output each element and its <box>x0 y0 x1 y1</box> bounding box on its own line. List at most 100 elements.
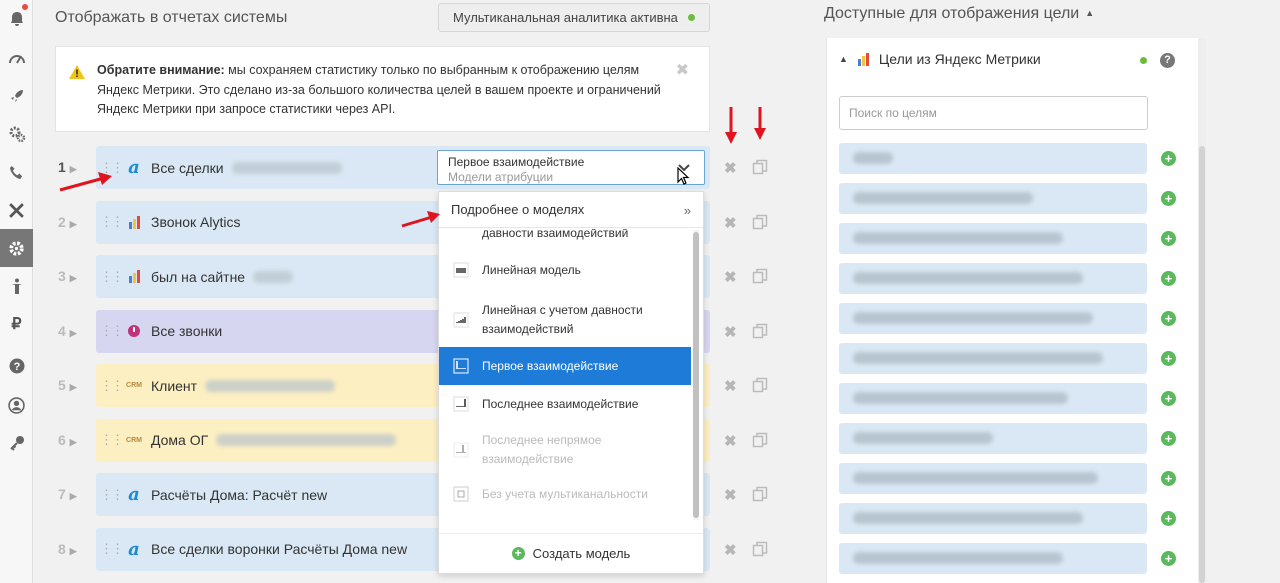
tools-icon[interactable] <box>0 191 33 229</box>
redacted-text <box>853 392 1068 404</box>
add-goal-plus-icon[interactable]: + <box>1161 191 1176 206</box>
panel-scroll-thumb[interactable] <box>1199 146 1205 583</box>
settings-gears-icon[interactable] <box>0 115 33 153</box>
goal-search-input[interactable] <box>839 96 1148 130</box>
add-goal-plus-icon[interactable]: + <box>1161 471 1176 486</box>
panel-scrollbar[interactable] <box>1198 38 1206 583</box>
remove-goal-icon[interactable]: ✖ <box>724 214 737 232</box>
remove-goal-icon[interactable]: ✖ <box>724 159 737 177</box>
yandex-metrika-icon <box>124 215 144 229</box>
drag-handle-icon[interactable]: ⋮⋮ <box>100 487 124 503</box>
help-icon[interactable]: ? <box>1160 53 1175 68</box>
model-option-label: Первое взаимодействие <box>482 358 619 373</box>
account-icon[interactable] <box>0 386 33 424</box>
row-number-label: 3 <box>58 268 66 284</box>
copy-goal-icon[interactable] <box>752 432 768 448</box>
models-info-link[interactable]: Подробнее о моделях » <box>439 192 703 228</box>
copy-goal-icon[interactable] <box>752 541 768 557</box>
row-number[interactable]: 8 ▶ <box>58 541 88 557</box>
add-goal-plus-icon[interactable]: + <box>1161 431 1176 446</box>
add-goal-plus-icon[interactable]: + <box>1161 391 1176 406</box>
key-icon[interactable] <box>0 424 33 462</box>
add-goal-plus-icon[interactable]: + <box>1161 551 1176 566</box>
model-last-touch-option[interactable]: Последнее взаимодействие <box>439 385 691 423</box>
copy-goal-icon[interactable] <box>752 268 768 284</box>
create-model-button[interactable]: + Создать модель <box>439 533 703 573</box>
models-info-label: Подробнее о моделях <box>451 202 585 217</box>
drag-handle-icon[interactable]: ⋮⋮ <box>100 269 124 285</box>
row-number-label: 2 <box>58 213 66 230</box>
available-goal-row[interactable] <box>839 263 1147 294</box>
redacted-text <box>853 312 1093 324</box>
notifications-bell-icon[interactable] <box>0 0 33 38</box>
copy-goal-icon[interactable] <box>752 323 768 339</box>
help-circle-icon[interactable]: ? <box>0 347 33 385</box>
attribution-models-dropdown: Подробнее о моделях » давности взаимодей… <box>438 191 704 574</box>
redacted-text <box>853 232 1063 244</box>
dropdown-scroll-thumb[interactable] <box>693 232 699 518</box>
model-option-label: Линейная модель <box>482 262 581 277</box>
model-partial-option[interactable]: давности взаимодействий <box>439 229 691 245</box>
notice-bold: Обратите внимание: <box>97 63 225 77</box>
available-goal-row[interactable] <box>839 423 1147 454</box>
available-goal-row[interactable] <box>839 303 1147 334</box>
add-goal-plus-icon[interactable]: + <box>1161 351 1176 366</box>
add-goal-plus-icon[interactable]: + <box>1161 511 1176 526</box>
model-linear-time-decay-option[interactable]: Линейная с учетом давности взаимодействи… <box>439 293 691 347</box>
available-goal-row[interactable] <box>839 143 1147 174</box>
copy-goal-icon[interactable] <box>752 159 768 175</box>
add-goal-plus-icon[interactable]: + <box>1161 271 1176 286</box>
remove-goal-icon[interactable]: ✖ <box>724 268 737 286</box>
attribution-model-icon <box>453 358 469 374</box>
add-goal-plus-icon[interactable]: + <box>1161 151 1176 166</box>
user-standing-icon[interactable] <box>0 267 33 305</box>
add-goal-plus-icon[interactable]: + <box>1161 231 1176 246</box>
copy-goal-icon[interactable] <box>752 214 768 230</box>
drag-handle-icon[interactable]: ⋮⋮ <box>100 214 124 230</box>
redacted-text <box>853 192 1033 204</box>
row-number[interactable]: 3 ▶ <box>58 268 88 284</box>
model-option-label: Последнее взаимодействие <box>482 396 639 411</box>
row-number[interactable]: 5 ▶ <box>58 377 88 393</box>
available-goal-row[interactable] <box>839 183 1147 214</box>
available-goal-row[interactable] <box>839 503 1147 534</box>
attribution-model-icon <box>453 312 469 328</box>
available-goal-row[interactable] <box>839 383 1147 414</box>
metrika-goals-header[interactable]: ▲ Цели из Яндекс Метрики <box>839 51 1041 67</box>
expand-triangle-icon: ▶ <box>69 327 77 338</box>
rocket-icon[interactable] <box>0 77 33 115</box>
copy-goal-icon[interactable] <box>752 486 768 502</box>
drag-handle-icon[interactable]: ⋮⋮ <box>100 432 124 448</box>
redacted-text <box>853 352 1103 364</box>
multichannel-status-badge[interactable]: Мультиканальная аналитика активна <box>438 3 710 32</box>
available-goal-row[interactable] <box>839 343 1147 374</box>
remove-goal-icon[interactable]: ✖ <box>724 377 737 395</box>
remove-goal-icon[interactable]: ✖ <box>724 432 737 450</box>
row-number[interactable]: 4 ▶ <box>58 323 88 339</box>
ruble-icon[interactable]: ₽ <box>0 305 33 343</box>
copy-goal-icon[interactable] <box>752 377 768 393</box>
row-number[interactable]: 6 ▶ <box>58 432 88 448</box>
dashboard-gauge-icon[interactable] <box>0 39 33 77</box>
close-icon[interactable]: ✖ <box>676 61 689 81</box>
available-goal-row[interactable] <box>839 543 1147 574</box>
available-goals-title[interactable]: Доступные для отображения цели ▲ <box>824 5 1094 23</box>
redacted-text <box>853 472 1098 484</box>
add-goal-plus-icon[interactable]: + <box>1161 311 1176 326</box>
row-number[interactable]: 7 ▶ <box>58 486 88 502</box>
model-linear-option[interactable]: Линейная модель <box>439 253 691 287</box>
row-number-label: 4 <box>58 322 66 339</box>
remove-goal-icon[interactable]: ✖ <box>724 323 737 341</box>
attribution-model-select[interactable]: Первое взаимодействие Модели атрибуции <box>437 150 705 185</box>
drag-handle-icon[interactable]: ⋮⋮ <box>100 541 124 557</box>
drag-handle-icon[interactable]: ⋮⋮ <box>100 323 124 339</box>
remove-goal-icon[interactable]: ✖ <box>724 486 737 504</box>
remove-goal-icon[interactable]: ✖ <box>724 541 737 559</box>
phone-icon[interactable] <box>0 153 33 191</box>
available-goal-row[interactable] <box>839 223 1147 254</box>
drag-handle-icon[interactable]: ⋮⋮ <box>100 378 124 394</box>
available-goal-row[interactable] <box>839 463 1147 494</box>
settings-gear-icon[interactable] <box>0 229 33 267</box>
model-first-touch-option[interactable]: Первое взаимодействие <box>439 347 691 385</box>
row-number[interactable]: 2 ▶ <box>58 214 88 230</box>
